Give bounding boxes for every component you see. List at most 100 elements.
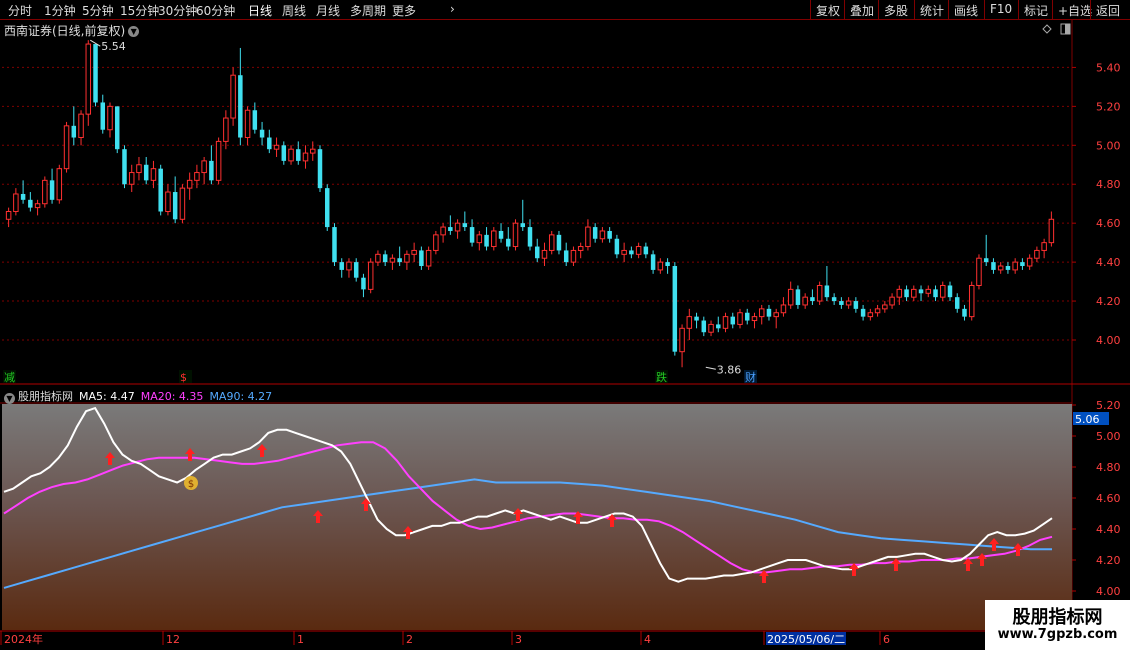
candle-body [824,285,830,298]
candle-body [1026,257,1033,267]
candle-body [78,113,84,139]
candle-body [867,312,874,318]
x-label-feb: 2 [406,633,413,646]
candle-body [991,262,996,270]
candle-body [454,222,461,232]
candle-body [252,110,258,130]
candle-body [744,312,750,321]
candle-body [874,308,881,314]
candle-body [201,160,207,174]
candle-body [375,253,381,263]
candle-body [448,227,453,231]
candle-body [896,288,903,298]
watermark-name: 股朋指标网 [1012,607,1103,628]
x-label-2024: 2024年 [4,632,43,646]
candle-body [259,129,265,138]
diamond-icon[interactable] [1042,24,1052,34]
candle-body [585,226,591,248]
candle-body [42,179,48,205]
candle-body [136,164,142,174]
candle-body [527,227,533,247]
watermark-url: www.7gpzb.com [997,627,1118,642]
candle-body [889,296,895,306]
candle-body [904,289,909,298]
x-label-jan: 1 [297,633,304,646]
low-pointer [705,366,716,370]
candle-body [773,312,779,318]
candle-body [810,297,815,302]
candle-body [577,246,584,251]
high-price-label: 5.54 [101,40,126,53]
candle-body [186,179,193,189]
candle-body [1012,261,1018,271]
candle-body [607,230,612,239]
candle-body [223,117,229,142]
y-tick-label: 4.60 [1096,217,1121,230]
y-tick-label: 5.40 [1096,61,1121,74]
candle-body [172,192,178,220]
candle-body [128,172,135,185]
ind-y-tick-label: 4.40 [1096,523,1121,536]
candle-body [1020,262,1025,267]
candle-body [758,308,765,318]
candle-body [787,288,794,306]
candle-body [512,222,519,248]
candle-body [476,234,483,244]
candle-body [541,249,548,259]
candle-body [780,304,787,314]
chart-canvas[interactable]: 5.40 5.20 5.00 4.80 4.60 4.40 4.20 4.00 5.54 3.86… [0,0,1130,650]
indicator-title: ▼ 股朋指标网 MA5: 4.47 MA20: 4.35 MA90: 4.27 [4,388,272,404]
ind-y-tick-label: 4.60 [1096,492,1121,505]
low-price-label: 3.86 [717,363,742,376]
candle-body [425,249,432,267]
candle-body [367,261,374,290]
x-label-apr: 4 [644,633,651,646]
candle-body [281,145,287,161]
candle-body [679,327,685,353]
ind-y-tick-label: 4.80 [1096,461,1121,474]
ma5-label: MA5: 4.47 [79,390,135,403]
chevron-down-icon[interactable]: ▼ [4,393,15,404]
candle-body [114,106,120,150]
candle-body [722,316,729,329]
x-label-mar: 3 [515,633,522,646]
candle-body [484,234,489,247]
candle-body [860,308,866,317]
candle-body [614,238,620,255]
candle-body [751,316,758,322]
candle-body [71,125,77,138]
y-tick-label: 4.80 [1096,178,1121,191]
candle-body [317,149,323,189]
y-tick-label: 4.20 [1096,295,1121,308]
candle-body [839,301,844,305]
candle-body [1041,242,1047,251]
candle-body [795,289,801,305]
candle-body [708,323,714,333]
candle-body [491,230,497,248]
candle-body [882,304,888,310]
candle-body [650,254,656,270]
candle-body [592,227,598,239]
candle-body [686,316,693,329]
candle-body [419,250,424,267]
candle-body [730,316,736,325]
candle-body [389,257,396,263]
y-tick-label: 4.00 [1096,334,1121,347]
candle-body [49,180,55,200]
candle-body [5,210,12,220]
candle-body [324,188,330,228]
candle-body [534,246,540,259]
candle-body [556,234,562,251]
candle-body [346,261,352,271]
candle-body [179,187,186,220]
candle-body [766,308,772,317]
candle-body [954,297,960,309]
marker-reduce: 减 [4,371,15,384]
candle-body [716,324,721,329]
ind-y-tick-label: 5.00 [1096,430,1121,443]
candle-body [34,203,41,209]
candle-body [498,230,504,239]
candle-body [339,262,344,270]
candle-body [1034,249,1040,259]
candle-body [918,289,924,294]
